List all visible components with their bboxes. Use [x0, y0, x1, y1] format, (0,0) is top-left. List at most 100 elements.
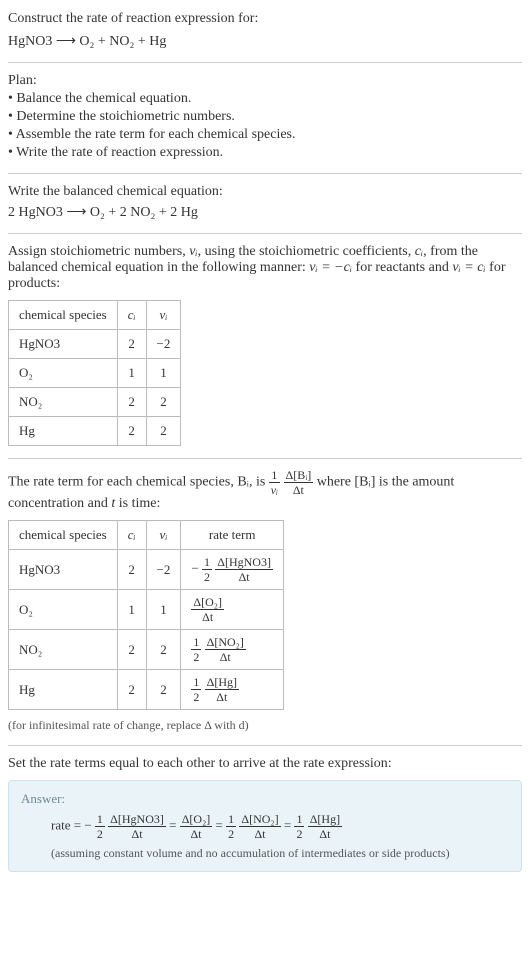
table-row: HgNO3 2 −2: [9, 330, 181, 359]
plan-section: Plan: • Balance the chemical equation. •…: [8, 73, 522, 161]
balanced-title: Write the balanced chemical equation:: [8, 184, 522, 200]
prompt-equation: HgNO3 ⟶ O₂ + NO₂ + Hg: [8, 33, 522, 50]
cell-ci: 2: [117, 388, 146, 417]
fraction: Δ[Hg]Δt: [308, 813, 342, 840]
answer-label: Answer:: [21, 791, 509, 807]
denominator: 2: [191, 650, 201, 663]
table-row: O₂ 1 1: [9, 359, 181, 388]
stoich-intro: Assign stoichiometric numbers, νᵢ, using…: [8, 244, 522, 292]
numerator: Δ[O₂]: [180, 813, 213, 827]
fraction: 12: [294, 813, 304, 840]
plan-title: Plan:: [8, 73, 522, 89]
col-nu: νᵢ: [146, 521, 181, 550]
cell-species: NO₂: [9, 388, 118, 417]
col-ci: cᵢ: [117, 521, 146, 550]
denominator: Δt: [108, 827, 166, 840]
col-rate: rate term: [181, 521, 284, 550]
text: Assign stoichiometric numbers,: [8, 244, 189, 259]
cell-ci: 1: [117, 359, 146, 388]
answer-expression: rate = − 12 Δ[HgNO3]Δt = Δ[O₂]Δt = 12 Δ[…: [51, 813, 509, 840]
denominator: 2: [95, 827, 105, 840]
table-row: HgNO3 2 −2 − 12 Δ[HgNO3]Δt: [9, 550, 284, 590]
fraction: 12: [95, 813, 105, 840]
plan-item: • Balance the chemical equation.: [8, 91, 522, 107]
numerator: Δ[HgNO3]: [108, 813, 166, 827]
rateterm-table: chemical species cᵢ νᵢ rate term HgNO3 2…: [8, 520, 284, 710]
text: for reactants and: [352, 260, 452, 275]
cell-species: HgNO3: [9, 550, 118, 590]
cell-rate: 12 Δ[Hg]Δt: [181, 670, 284, 710]
denominator: Δt: [284, 483, 314, 496]
col-nu: νᵢ: [146, 301, 181, 330]
denominator: Δt: [308, 827, 342, 840]
table-row: O₂ 1 1 Δ[O₂]Δt: [9, 590, 284, 630]
cell-ci: 2: [117, 630, 146, 670]
cell-species: NO₂: [9, 630, 118, 670]
col-species: chemical species: [9, 521, 118, 550]
denominator: Δt: [205, 690, 239, 703]
denominator: Δt: [205, 650, 246, 663]
cell-nu: 2: [146, 670, 181, 710]
denominator: 2: [202, 570, 212, 583]
fraction: Δ[Bᵢ]Δt: [284, 469, 314, 496]
fraction: 1νᵢ: [269, 469, 280, 496]
plan-item: • Assemble the rate term for each chemic…: [8, 127, 522, 143]
fraction: 12: [191, 676, 201, 703]
denominator: Δt: [239, 827, 280, 840]
numerator: 1: [226, 813, 236, 827]
sign: −: [191, 560, 198, 575]
divider: [8, 173, 522, 174]
numerator: Δ[NO₂]: [239, 813, 280, 827]
numerator: 1: [191, 636, 201, 650]
table-row: Hg 2 2: [9, 417, 181, 446]
final-section: Set the rate terms equal to each other t…: [8, 756, 522, 872]
text: , using the stoichiometric coefficients,: [198, 244, 415, 259]
sign: −: [84, 817, 91, 832]
numerator: 1: [202, 556, 212, 570]
fraction: Δ[HgNO3]Δt: [108, 813, 166, 840]
divider: [8, 458, 522, 459]
balanced-equation: 2 HgNO3 ⟶ O₂ + 2 NO₂ + 2 Hg: [8, 204, 522, 221]
cell-rate: − 12 Δ[HgNO3]Δt: [181, 550, 284, 590]
cell-ci: 1: [117, 590, 146, 630]
equals: =: [216, 817, 227, 832]
cell-species: Hg: [9, 670, 118, 710]
equals: =: [169, 817, 180, 832]
numerator: Δ[Hg]: [308, 813, 342, 827]
fraction: Δ[O₂]Δt: [180, 813, 213, 840]
plan-item: • Determine the stoichiometric numbers.: [8, 109, 522, 125]
text: The rate term for each chemical species,…: [8, 475, 269, 490]
fraction: Δ[Hg]Δt: [205, 676, 239, 703]
fraction: 12: [226, 813, 236, 840]
fraction: Δ[HgNO3]Δt: [215, 556, 273, 583]
stoich-section: Assign stoichiometric numbers, νᵢ , using…: [8, 244, 522, 446]
numerator: Δ[NO₂]: [205, 636, 246, 650]
table-row: Hg 2 2 12 Δ[Hg]Δt: [9, 670, 284, 710]
divider: [8, 62, 522, 63]
denominator: 2: [294, 827, 304, 840]
denominator: 2: [191, 690, 201, 703]
cell-ci: 2: [117, 550, 146, 590]
col-ci: cᵢ: [117, 301, 146, 330]
final-intro: Set the rate terms equal to each other t…: [8, 756, 522, 772]
text: is time:: [115, 496, 160, 511]
cell-nu: 1: [146, 359, 181, 388]
fraction: 12: [191, 636, 201, 663]
table-header-row: chemical species cᵢ νᵢ rate term: [9, 521, 284, 550]
denominator: Δt: [191, 610, 224, 623]
rate-label: rate =: [51, 817, 84, 832]
cell-nu: 2: [146, 417, 181, 446]
numerator: Δ[Bᵢ]: [284, 469, 314, 483]
plan-item: • Write the rate of reaction expression.: [8, 145, 522, 161]
ci-symbol: cᵢ: [415, 244, 423, 259]
relation: νᵢ = −cᵢ: [309, 260, 352, 275]
cell-ci: 2: [117, 670, 146, 710]
rateterm-section: The rate term for each chemical species,…: [8, 469, 522, 733]
rateterm-note: (for infinitesimal rate of change, repla…: [8, 718, 522, 733]
cell-nu: −2: [146, 550, 181, 590]
relation: νᵢ = cᵢ: [452, 260, 485, 275]
denominator: νᵢ: [269, 483, 280, 496]
numerator: Δ[O₂]: [191, 596, 224, 610]
numerator: Δ[Hg]: [205, 676, 239, 690]
answer-assumption: (assuming constant volume and no accumul…: [51, 846, 509, 861]
